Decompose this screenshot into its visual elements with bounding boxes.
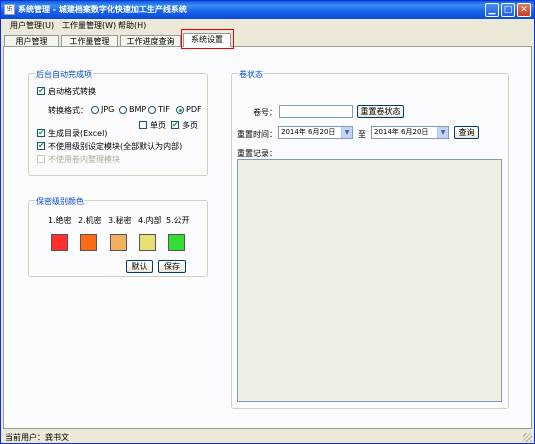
- tab-highlight-box: [181, 29, 234, 49]
- to-label: 至: [358, 130, 366, 139]
- reset-log-label: 重置记录：: [237, 149, 277, 158]
- auto-convert-label: 启动格式转换: [48, 87, 96, 96]
- auto-convert-checkbox[interactable]: ✔: [37, 87, 45, 95]
- close-button[interactable]: ✕: [517, 3, 531, 17]
- radio-jpg-label: JPG: [101, 105, 115, 114]
- volume-no-input[interactable]: [279, 105, 353, 118]
- title-bar[interactable]: 卐 系统管理 - 城建档案数字化快速加工生产线系统 ▁ □ ✕: [1, 1, 534, 19]
- no-volume-module-checkbox[interactable]: [37, 155, 45, 163]
- color-swatch-public[interactable]: [168, 234, 185, 251]
- secret-colors-title: 保密级别颜色: [35, 196, 85, 207]
- menu-help[interactable]: 帮助(H): [118, 20, 146, 31]
- auto-done-title: 后台自动完成项: [35, 69, 93, 80]
- reset-volume-button[interactable]: 重置卷状态: [357, 105, 404, 118]
- chevron-down-icon: ▼: [437, 127, 448, 138]
- single-page-checkbox[interactable]: [139, 121, 147, 129]
- date-to-select[interactable]: 2014年 6月20日 ▼: [371, 126, 449, 139]
- reset-log-textarea[interactable]: [237, 159, 502, 402]
- maximize-button[interactable]: □: [501, 3, 515, 17]
- level-label-2: 2.机密: [78, 216, 102, 225]
- query-button[interactable]: 查询: [454, 126, 479, 139]
- color-swatch-secret[interactable]: [110, 234, 127, 251]
- level-label-4: 4.内部: [138, 216, 162, 225]
- chevron-down-icon: ▼: [341, 127, 352, 138]
- volume-status-title: 卷状态: [238, 69, 264, 80]
- date-from-value: 2014年 6月20日: [281, 128, 336, 136]
- no-level-module-checkbox[interactable]: ✔: [37, 142, 45, 150]
- color-swatch-top-secret[interactable]: [51, 234, 68, 251]
- volume-no-label: 卷号：: [253, 108, 277, 117]
- minimize-button[interactable]: ▁: [485, 3, 499, 17]
- status-bar: 当前用户：龚书文: [1, 430, 534, 443]
- radio-tif-label: TIF: [158, 105, 170, 114]
- level-label-3: 3.秘密: [108, 216, 132, 225]
- reset-time-label: 重置时间：: [237, 130, 277, 139]
- radio-bmp-label: BMP: [129, 105, 147, 114]
- main-window: 卐 系统管理 - 城建档案数字化快速加工生产线系统 ▁ □ ✕ 用户管理(U) …: [0, 0, 535, 444]
- save-button[interactable]: 保存: [158, 260, 186, 273]
- multi-page-checkbox[interactable]: ✔: [171, 121, 179, 129]
- gen-catalog-label: 生成目录(Excel): [48, 129, 108, 138]
- no-level-module-label: 不使用级别设定模块(全部默认为内部): [48, 142, 183, 151]
- no-volume-module-label: 不使用卷内整理模块: [48, 155, 120, 164]
- menu-user-management[interactable]: 用户管理(U): [10, 20, 54, 31]
- level-label-1: 1.绝密: [48, 216, 72, 225]
- resize-grip-icon[interactable]: [523, 433, 532, 442]
- radio-tif[interactable]: [148, 106, 156, 114]
- single-page-label: 单页: [150, 121, 166, 130]
- default-button[interactable]: 默认: [126, 260, 153, 273]
- multi-page-label: 多页: [182, 121, 198, 130]
- color-swatch-confidential[interactable]: [80, 234, 97, 251]
- radio-pdf-label: PDF: [186, 105, 202, 114]
- format-label: 转换格式：: [48, 106, 88, 115]
- current-user-status: 当前用户：龚书文: [5, 433, 69, 442]
- level-label-5: 5.公开: [166, 216, 190, 225]
- radio-pdf[interactable]: [176, 106, 184, 114]
- date-to-value: 2014年 6月20日: [374, 128, 429, 136]
- radio-bmp[interactable]: [119, 106, 127, 114]
- color-swatch-internal[interactable]: [139, 234, 156, 251]
- menu-bar: 用户管理(U) 工作量管理(W) 帮助(H): [1, 19, 534, 32]
- menu-workload-management[interactable]: 工作量管理(W): [62, 20, 116, 31]
- gen-catalog-checkbox[interactable]: ✔: [37, 129, 45, 137]
- app-icon: 卐: [4, 4, 15, 15]
- tab-strip: 用户管理 工作量管理 工作进度查询 系统设置: [1, 33, 534, 47]
- date-from-select[interactable]: 2014年 6月20日 ▼: [278, 126, 353, 139]
- window-title: 系统管理 - 城建档案数字化快速加工生产线系统: [18, 5, 187, 14]
- radio-jpg[interactable]: [91, 106, 99, 114]
